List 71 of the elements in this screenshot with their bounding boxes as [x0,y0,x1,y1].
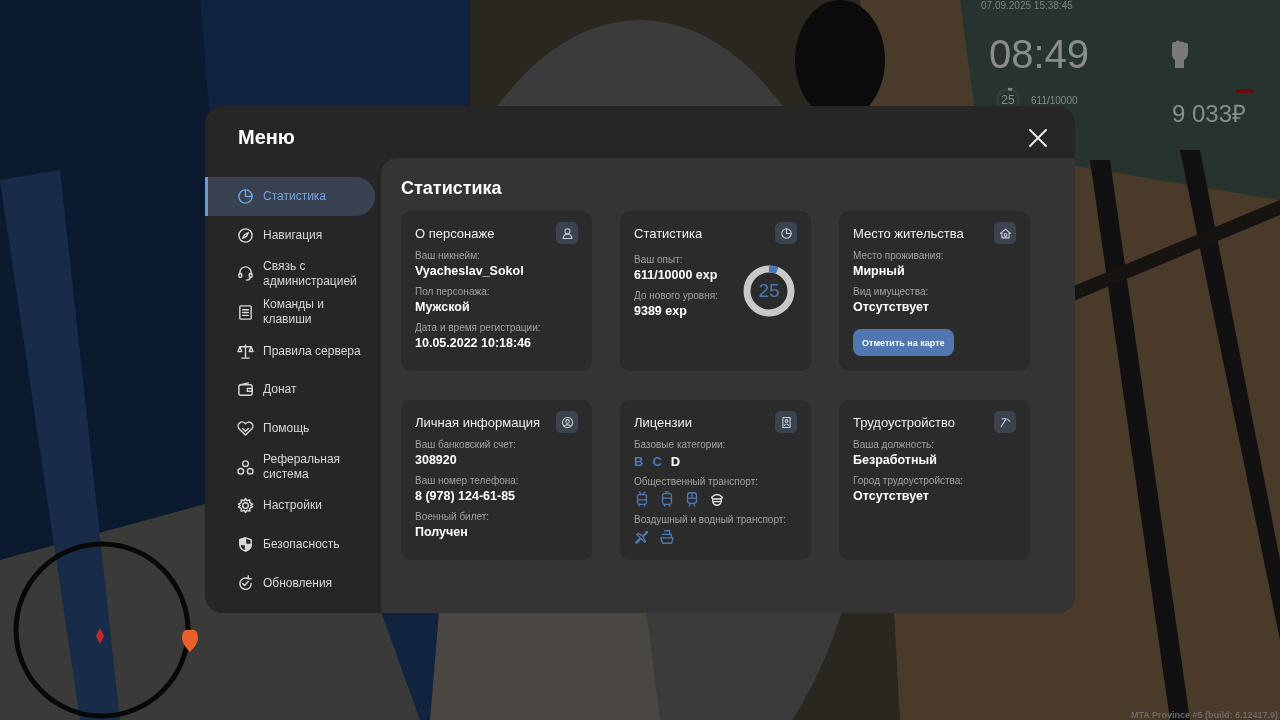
sidebar-item[interactable]: Статистика [205,177,375,216]
level-number: 25 [758,280,780,302]
sidebar-item[interactable]: Реферальная система [205,447,375,487]
card-title: Лицензии [634,414,692,430]
mark-on-map-button[interactable]: Отметить на карте [853,329,954,356]
network-icon [237,458,254,476]
field-value: Мирный [853,263,906,280]
refresh-check-icon [237,574,254,592]
field-label: Базовые категории: [634,438,727,451]
section-title: Статистика [401,178,503,200]
progress-ring [741,263,797,319]
level-number: 25 [1001,93,1015,107]
field-label: Город трудоустройства: [853,474,965,487]
field-label: Пол персонажа: [415,285,491,298]
field-value: Vyacheslav_Sokol [415,263,525,280]
field-value: Отсутствует [853,488,930,505]
field-value: 611/10000 exp [634,267,718,284]
field-label: Воздушный и водный транспорт: [634,513,788,526]
card-title: Статистика [634,225,703,241]
field-value: Отсутствует [853,299,930,316]
field-label: Ваш банковский счет: [415,438,517,451]
sidebar-item[interactable]: Помощь [205,409,375,448]
field-label: Ваш номер телефона: [415,474,520,487]
timestamp: 07.09.2025 15:38:45 [981,0,1073,11]
field-value: Получен [415,524,469,541]
shield-icon [237,536,254,554]
sidebar-item[interactable]: Настройки [205,486,375,526]
field-label: Военный билет: [415,510,491,523]
handshake-heart-icon [237,419,254,437]
gear-icon [237,497,254,515]
card-title: Трудоустройство [853,414,955,430]
field-label: Ваш опыт: [634,253,684,266]
card-title: О персонаже [415,225,495,241]
close-icon [1029,129,1047,147]
license-category: B [634,454,644,469]
field-label: Место проживания: [853,249,945,262]
sidebar-item[interactable]: Связь с администрацией [205,254,375,294]
field-value: 8 (978) 124-61-85 [415,488,517,505]
field-value: 9389 exp [634,303,688,320]
sidebar-item[interactable]: Донат [205,370,375,410]
wallet-icon [237,381,254,399]
scales-icon [237,342,254,360]
compass-icon [237,226,254,244]
field-label: Общественный транспорт: [634,475,760,488]
field-value: 10.05.2022 10:18:46 [415,335,533,352]
field-label: Ваша должность: [853,438,935,451]
card-title: Место жительства [853,225,964,241]
experience-text: 611/10000 [1031,95,1078,106]
field-value: Безработный [853,452,938,469]
field-value: 308920 [415,452,458,469]
clock: 08:49 [989,32,1090,77]
field-label: До нового уровня: [634,289,718,302]
sidebar-item[interactable]: Безопасность [205,525,375,564]
sidebar-item[interactable]: Команды и клавиши [205,293,375,332]
field-label: Ваш никнейм: [415,249,481,262]
build-version: MTA Province #5 (build: 6.12417.9) [1130,710,1278,720]
card-title: Личная информация [415,414,541,430]
sidebar-item[interactable]: Навигация [205,215,375,255]
field-label: Вид имущества: [853,285,930,298]
license-category: D [670,454,681,469]
headset-icon [237,265,254,283]
license-category: C [652,454,662,469]
field-label: Дата и время регистрации: [415,321,542,334]
document-icon [237,303,254,321]
sidebar-item[interactable]: Правила сервера [205,331,375,371]
menu-title: Меню [238,125,295,149]
field-value: Мужской [415,299,471,316]
hunger-bar [1236,89,1254,93]
sidebar-item[interactable]: Обновления [205,563,375,603]
chart-icon [237,187,254,205]
money: 9 033₽ [1172,99,1247,129]
